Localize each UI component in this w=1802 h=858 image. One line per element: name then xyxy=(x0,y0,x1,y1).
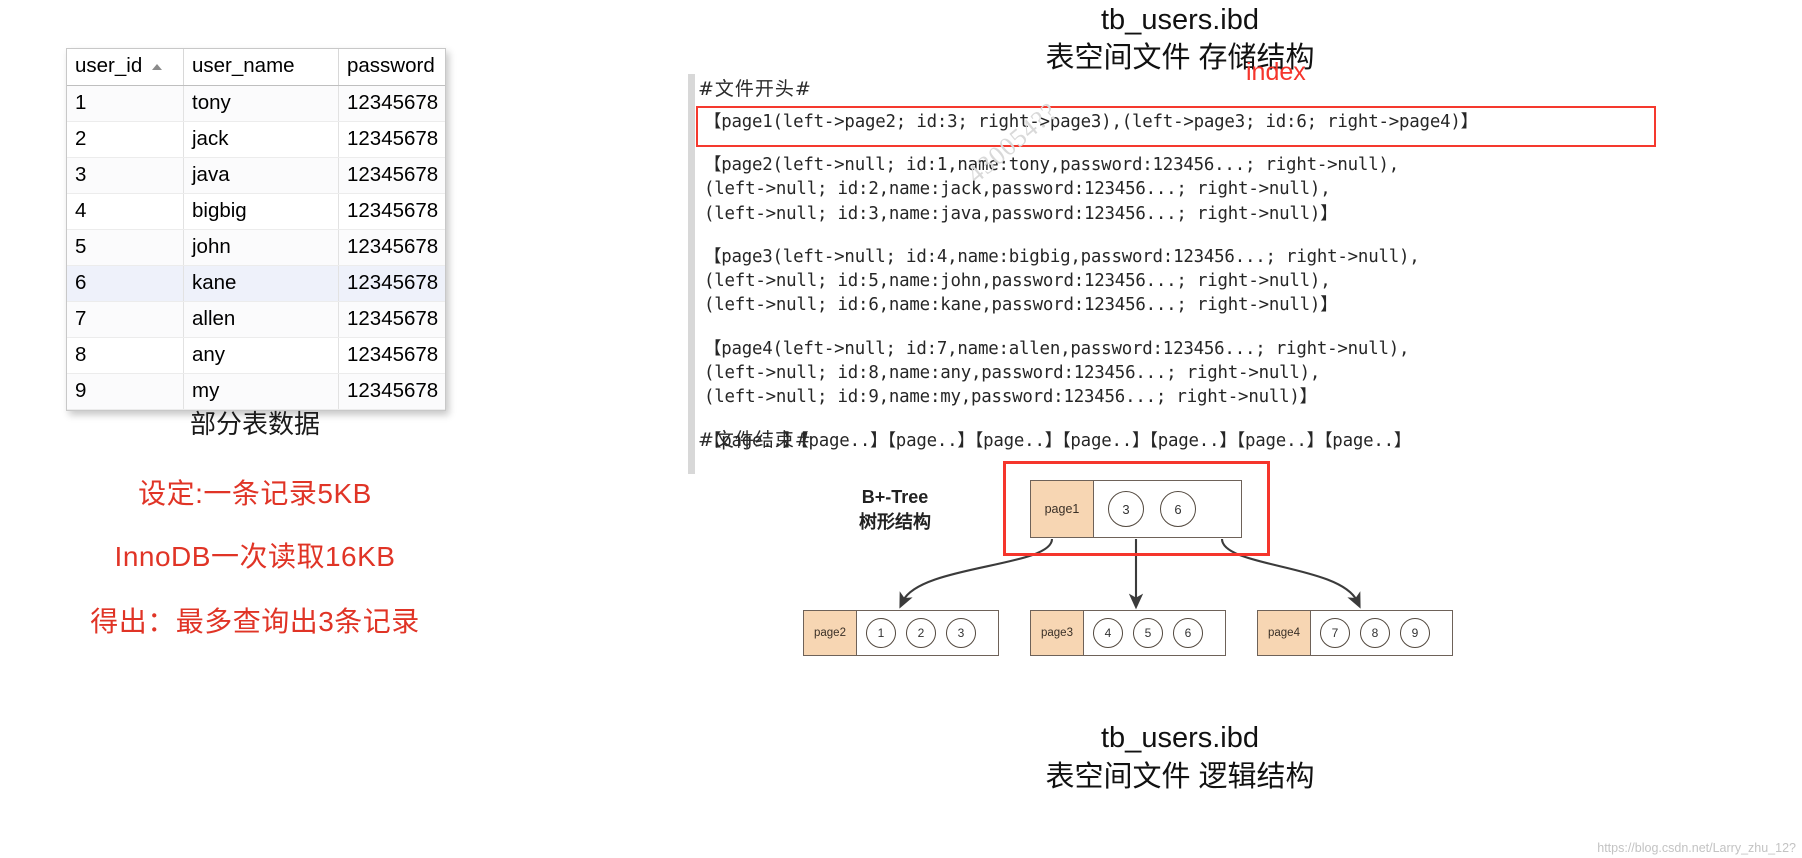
table-cell-user-name: java xyxy=(183,157,339,194)
column-header-user-name[interactable]: user_name xyxy=(183,49,339,86)
btree-label: B+-Tree 树形结构 xyxy=(805,485,985,535)
table-cell-user-name: jack xyxy=(183,121,339,158)
note-innodb-read-size: InnoDB一次读取16KB xyxy=(114,541,396,572)
page3-code: 【page3(left->null; id:4,name:bigbig,pass… xyxy=(704,246,1420,316)
table-cell-password: 12345678 xyxy=(338,301,445,338)
leaf-key: 3 xyxy=(946,618,976,648)
table-cell-password: 12345678 xyxy=(338,121,445,158)
note-conclusion: 得出：最多查询出3条记录 xyxy=(90,606,420,637)
user-table-body: 1 tony 12345678 2 jack 12345678 3 java 12345678 4… xyxy=(67,85,445,410)
leaf-key: 8 xyxy=(1360,618,1390,648)
page4-code: 【page4(left->null; id:7,name:allen,passw… xyxy=(704,338,1410,408)
table-row[interactable]: 7 allen 12345678 xyxy=(67,301,445,338)
table-header-row: user_id user_name password xyxy=(67,49,445,86)
table-cell-password: 12345678 xyxy=(338,157,445,194)
table-row[interactable]: 3 java 12345678 xyxy=(67,157,445,194)
table-cell-password: 12345678 xyxy=(338,85,445,122)
leaf-key: 5 xyxy=(1133,618,1163,648)
leaf-node-page-label: page2 xyxy=(804,611,857,655)
btree-diagram: B+-Tree 树形结构 page1 3 6 page2 1 2 3 page3… xyxy=(560,455,1802,715)
data-pages-code-block: 【page2(left->null; id:1,name:tony,passwo… xyxy=(704,153,1420,453)
column-header-user-id-label: user_id xyxy=(75,54,143,77)
table-cell-password: 12345678 xyxy=(338,265,445,302)
btree-bottom-title: tb_users.ibd xyxy=(1101,722,1259,754)
table-cell-user-name: kane xyxy=(183,265,339,302)
leaf-node-page-label: page4 xyxy=(1258,611,1311,655)
table-cell-user-id: 7 xyxy=(67,301,184,338)
table-cell-user-id: 4 xyxy=(67,193,184,230)
table-cell-user-id: 1 xyxy=(67,85,184,122)
btree-root-node[interactable]: page1 3 6 xyxy=(1030,480,1242,538)
btree-leaf-node[interactable]: page3 4 5 6 xyxy=(1030,610,1226,656)
table-cell-password: 12345678 xyxy=(338,337,445,374)
btree-leaf-node[interactable]: page4 7 8 9 xyxy=(1257,610,1453,656)
leaf-key: 9 xyxy=(1400,618,1430,648)
site-watermark: https://blog.csdn.net/Larry_zhu_12? xyxy=(1597,841,1796,855)
table-cell-password: 12345678 xyxy=(338,229,445,266)
leaf-node-keys: 4 5 6 xyxy=(1084,611,1212,655)
leaf-key: 6 xyxy=(1173,618,1203,648)
table-row[interactable]: 2 jack 12345678 xyxy=(67,121,445,158)
root-key: 6 xyxy=(1160,491,1196,527)
page-subtitle: 表空间文件 存储结构 xyxy=(1045,42,1315,74)
file-end-marker: #文件结束# xyxy=(698,429,812,451)
table-cell-user-id: 6 xyxy=(67,265,184,302)
left-panel: user_id user_name password 1 tony 12345678… xyxy=(0,0,560,858)
btree-leaf-node[interactable]: page2 1 2 3 xyxy=(803,610,999,656)
column-header-password[interactable]: password xyxy=(338,49,445,86)
btree-bottom-subtitle: 表空间文件 逻辑结构 xyxy=(1045,761,1315,793)
root-key: 3 xyxy=(1108,491,1144,527)
leaf-key: 4 xyxy=(1093,618,1123,648)
table-cell-user-id: 2 xyxy=(67,121,184,158)
column-header-user-id[interactable]: user_id xyxy=(67,49,184,86)
index-page-code: 【page1(left->page2; id:3; right->page3),… xyxy=(704,112,1478,132)
table-cell-user-name: allen xyxy=(183,301,339,338)
note-record-size: 设定:一条记录5KB xyxy=(138,478,372,509)
btree-label-line2: 树形结构 xyxy=(859,512,931,532)
leaf-key: 1 xyxy=(866,618,896,648)
page2-code: 【page2(left->null; id:1,name:tony,passwo… xyxy=(704,155,1400,224)
table-row[interactable]: 8 any 12345678 xyxy=(67,337,445,374)
table-row[interactable]: 5 john 12345678 xyxy=(67,229,445,266)
table-cell-user-name: tony xyxy=(183,85,339,122)
root-node-page-label: page1 xyxy=(1031,481,1094,537)
table-cell-user-name: john xyxy=(183,229,339,266)
table-cell-user-id: 5 xyxy=(67,229,184,266)
table-caption: 部分表数据 xyxy=(189,409,320,439)
btree-label-line1: B+-Tree xyxy=(861,487,929,507)
file-rail-divider xyxy=(688,74,695,474)
root-node-keys: 3 6 xyxy=(1094,481,1210,537)
table-row[interactable]: 6 kane 12345678 xyxy=(67,265,445,302)
user-table: user_id user_name password 1 tony 12345678… xyxy=(67,49,445,410)
table-row[interactable]: 1 tony 12345678 xyxy=(67,85,445,122)
user-table-container: user_id user_name password 1 tony 12345678… xyxy=(66,48,446,411)
leaf-key: 7 xyxy=(1320,618,1350,648)
file-begin-marker: #文件开头# xyxy=(698,78,812,100)
leaf-key: 2 xyxy=(906,618,936,648)
table-cell-user-id: 8 xyxy=(67,337,184,374)
leaf-node-keys: 7 8 9 xyxy=(1311,611,1439,655)
table-cell-user-id: 3 xyxy=(67,157,184,194)
page-title: tb_users.ibd xyxy=(1101,4,1259,36)
index-annotation-label: index xyxy=(1246,58,1306,86)
leaf-node-page-label: page3 xyxy=(1031,611,1084,655)
table-cell-user-name: bigbig xyxy=(183,193,339,230)
user-table-head: user_id user_name password xyxy=(67,49,445,86)
table-cell-password: 12345678 xyxy=(338,193,445,230)
sort-ascending-icon xyxy=(152,64,163,70)
right-panel: tb_users.ibd 表空间文件 存储结构 index #文件开头# 【pa… xyxy=(560,0,1802,858)
table-cell-user-name: any xyxy=(183,337,339,374)
leaf-node-keys: 1 2 3 xyxy=(857,611,985,655)
table-row[interactable]: 4 bigbig 12345678 xyxy=(67,193,445,230)
